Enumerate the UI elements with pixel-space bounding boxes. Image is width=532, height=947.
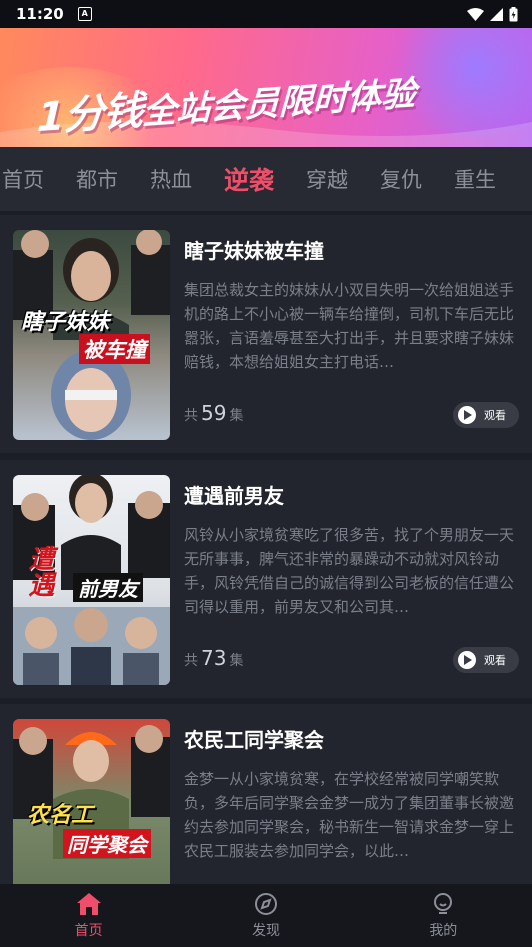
drama-title[interactable]: 瞎子妹妹被车撞 (184, 235, 518, 264)
home-icon (76, 892, 101, 915)
drama-card[interactable]: 遭遇 前男友 遭遇前男友 风铃从小家境贫寒吃了很多苦，找了个男朋友一天无所事事，… (0, 460, 532, 698)
bottom-nav: 首页 发现 我的 (0, 884, 532, 947)
watch-button[interactable]: 观看 (453, 402, 519, 428)
poster-caption-sub: 同学聚会 (63, 829, 151, 858)
drama-poster[interactable]: 瞎子妹妹 被车撞 (13, 230, 170, 440)
drama-info: 农民工同学聚会 金梦一从小家境贫寒，在学校经常被同学嘲笑欺负，多年后同学聚会金梦… (184, 718, 518, 863)
promo-banner[interactable]: 1分钱全站会员限时体验 (0, 28, 532, 147)
status-bar: 11:20 A (0, 0, 532, 28)
status-time: 11:20 (16, 5, 64, 23)
drama-info: 遭遇前男友 风铃从小家境贫寒吃了很多苦，找了个男朋友一天无所事事，脾气还非常的暴… (184, 474, 518, 619)
episode-count: 共 59 集 (184, 401, 243, 425)
nav-discover-label: 发现 (251, 922, 280, 939)
signal-icon (490, 7, 503, 21)
episode-count: 共 73 集 (184, 646, 243, 670)
drama-card[interactable]: 瞎子妹妹 被车撞 瞎子妹妹被车撞 集团总裁女主的妹妹从小双目失明一次给姐姐送手机… (0, 215, 532, 453)
wifi-icon (467, 7, 484, 21)
watch-button[interactable]: 观看 (453, 647, 519, 673)
poster-caption: 瞎子妹妹 (21, 310, 110, 335)
tab-time-travel[interactable]: 穿越 (306, 164, 348, 194)
nav-profile[interactable]: 我的 (355, 884, 532, 947)
poster-caption-sub: 被车撞 (79, 334, 150, 364)
nav-home[interactable]: 首页 (0, 884, 177, 947)
episode-number: 73 (201, 646, 227, 670)
drama-description: 金梦一从小家境贫寒，在学校经常被同学嘲笑欺负，多年后同学聚会金梦一成为了集团董事… (184, 770, 515, 860)
tab-rebirth[interactable]: 重生 (454, 164, 496, 194)
poster-caption-sub: 前男友 (73, 573, 143, 602)
episode-number: 59 (201, 401, 227, 425)
tab-home[interactable]: 首页 (2, 164, 44, 194)
notification-icon: A (77, 7, 92, 21)
nav-discover[interactable]: 发现 (177, 884, 354, 947)
category-tabs: 首页 都市 热血 逆袭 穿越 复仇 重生 (0, 147, 532, 211)
nav-home-label: 首页 (74, 922, 103, 939)
drama-description: 集团总裁女主的妹妹从小双目失明一次给姐姐送手机的路上不小心被一辆车给撞倒，司机下… (184, 281, 515, 371)
episode-suffix: 集 (229, 653, 244, 669)
nav-profile-label: 我的 (429, 922, 458, 939)
battery-icon (509, 6, 518, 21)
episode-suffix: 集 (229, 408, 244, 424)
episode-prefix: 共 (184, 408, 198, 424)
drama-description: 风铃从小家境贫寒吃了很多苦，找了个男朋友一天无所事事，脾气还非常的暴躁动不动就对… (184, 526, 515, 616)
profile-icon (434, 892, 453, 914)
drama-title[interactable]: 农民工同学聚会 (184, 724, 518, 753)
watch-label: 观看 (484, 654, 506, 667)
status-icons (467, 6, 518, 22)
tab-comeback[interactable]: 逆袭 (224, 161, 274, 197)
tab-revenge[interactable]: 复仇 (380, 164, 422, 194)
tab-urban[interactable]: 都市 (76, 164, 118, 194)
drama-info: 瞎子妹妹被车撞 集团总裁女主的妹妹从小双目失明一次给姐姐送手机的路上不小心被一辆… (184, 229, 518, 374)
watch-label: 观看 (484, 409, 506, 422)
poster-caption: 遭遇 (24, 545, 54, 597)
play-icon (458, 406, 476, 424)
banner-headline-big: 1分钱 (36, 87, 144, 142)
play-icon (458, 651, 476, 669)
tab-action[interactable]: 热血 (150, 164, 192, 194)
episode-prefix: 共 (184, 653, 198, 669)
drama-poster[interactable]: 遭遇 前男友 (13, 475, 170, 685)
drama-title[interactable]: 遭遇前男友 (184, 480, 518, 509)
poster-caption: 农名工 (27, 803, 94, 828)
compass-icon (254, 892, 277, 915)
